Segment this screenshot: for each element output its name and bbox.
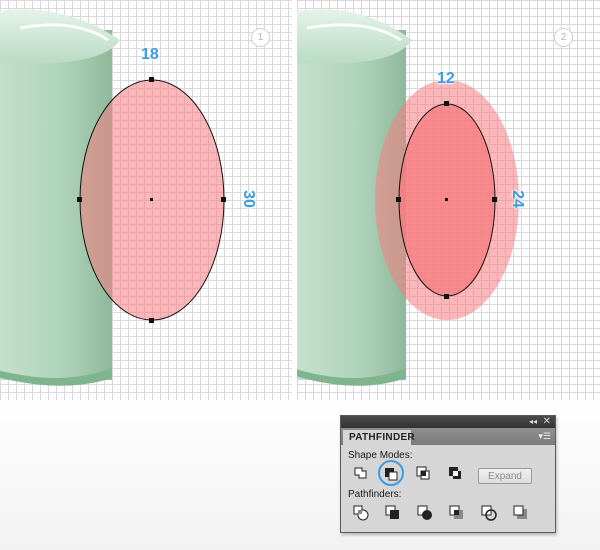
panel-tab-row: PATHFINDER ▾☰ (341, 428, 555, 445)
trim-button[interactable] (383, 503, 403, 523)
panel-title-bar[interactable]: ◂◂ ✕ (341, 416, 555, 428)
step-2-canvas: 2 12 24 (297, 0, 600, 400)
crop-icon (449, 505, 463, 519)
width-dimension-label: 12 (437, 70, 455, 87)
height-dimension-label: 24 (508, 190, 526, 208)
unite-icon (354, 467, 367, 479)
minus-front-icon (385, 468, 398, 481)
divide-icon (353, 505, 369, 521)
width-dimension-label: 18 (141, 46, 159, 63)
step-2-artwork (297, 9, 519, 386)
unite-button[interactable] (351, 463, 371, 483)
minus-front-button[interactable] (381, 463, 401, 483)
trim-icon (385, 505, 399, 519)
minus-back-button[interactable] (511, 503, 531, 523)
expand-button[interactable]: Expand (478, 468, 532, 484)
double-chevron-left-icon[interactable]: ◂◂ (529, 416, 537, 428)
crop-button[interactable] (447, 503, 467, 523)
merge-button[interactable] (415, 503, 435, 523)
intersect-button[interactable] (413, 463, 433, 483)
exclude-button[interactable] (445, 463, 465, 483)
height-dimension-label: 30 (239, 190, 257, 208)
shape-modes-label: Shape Modes: (348, 450, 413, 461)
exclude-icon (449, 467, 461, 479)
close-icon[interactable]: ✕ (543, 416, 551, 428)
step-number-badge: 2 (554, 28, 573, 47)
pathfinder-panel: ◂◂ ✕ PATHFINDER ▾☰ Shape Modes: Expand P… (340, 415, 556, 533)
outline-button[interactable] (479, 503, 499, 523)
divide-button[interactable] (351, 503, 371, 523)
panel-menu-icon[interactable]: ▾☰ (538, 430, 551, 442)
intersect-icon (416, 466, 430, 480)
pathfinders-label: Pathfinders: (348, 489, 402, 500)
outline-icon (481, 505, 497, 521)
step-number-badge: 1 (251, 28, 270, 47)
step-1-canvas: 1 18 30 (0, 0, 292, 400)
merge-icon (417, 505, 432, 520)
minus-back-icon (513, 505, 527, 519)
tab-pathfinder[interactable]: PATHFINDER (343, 430, 415, 445)
